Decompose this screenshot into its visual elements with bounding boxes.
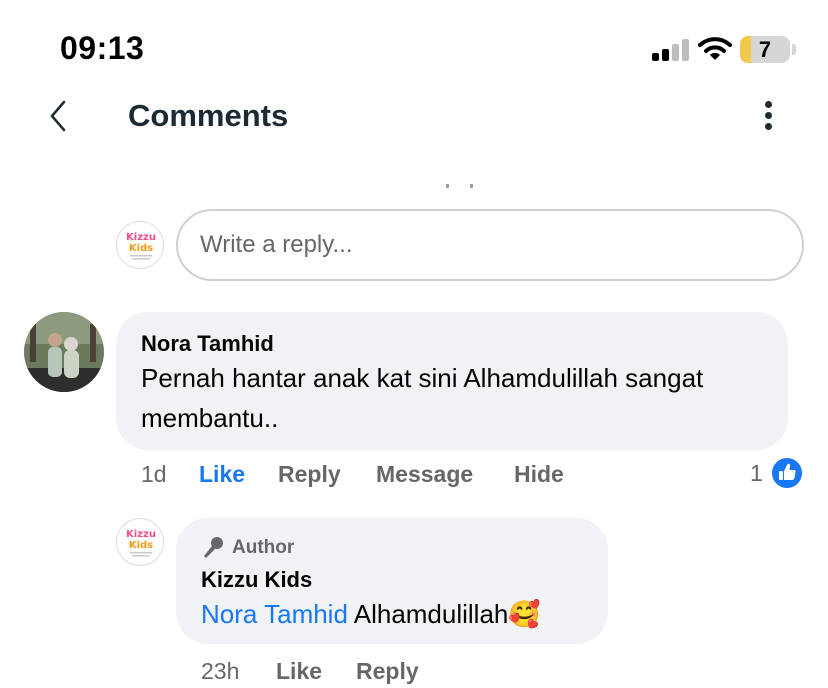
microphone-icon bbox=[204, 537, 223, 558]
profile-photo bbox=[24, 312, 104, 392]
author-badge-label: Author bbox=[232, 537, 295, 558]
reply-timestamp: 23h bbox=[201, 658, 240, 684]
chevron-left-icon bbox=[50, 100, 66, 132]
wifi-icon bbox=[698, 37, 732, 60]
comment-text-line-2: membantu.. bbox=[141, 403, 279, 433]
battery-percentage: 7 bbox=[758, 37, 772, 62]
comment-text-line-1: Pernah hantar anak kat sini Alhamdulilla… bbox=[141, 363, 704, 393]
reply-author-name[interactable]: Kizzu Kids bbox=[201, 567, 312, 593]
comment-hide-button[interactable]: Hide bbox=[514, 461, 564, 488]
svg-text:Kids: Kids bbox=[129, 540, 153, 551]
comment-timestamp: 1d bbox=[141, 461, 167, 487]
scroll-hint bbox=[440, 184, 476, 190]
comment-reply-button[interactable]: Reply bbox=[278, 461, 341, 488]
reply-message: Alhamdulillah bbox=[353, 599, 509, 629]
status-time: 09:13 bbox=[60, 30, 145, 66]
comment-author-name[interactable]: Nora Tamhid bbox=[141, 331, 274, 357]
svg-text:Kizzu: Kizzu bbox=[126, 529, 156, 540]
page-title: Comments bbox=[128, 98, 289, 133]
battery-icon: 7 bbox=[740, 36, 790, 63]
reply-text: Nora Tamhid Alhamdulillah🥰 bbox=[201, 594, 541, 634]
battery-cap bbox=[792, 44, 796, 55]
kizzu-kids-logo: Kizzu Kids bbox=[126, 529, 156, 557]
thumbs-up-icon[interactable] bbox=[770, 456, 804, 490]
avatar-nora-tamhid[interactable] bbox=[24, 312, 104, 392]
reply-like-button[interactable]: Like bbox=[276, 658, 322, 685]
comment-message-button[interactable]: Message bbox=[376, 461, 473, 488]
author-badge: Author bbox=[200, 534, 294, 562]
comment-like-button[interactable]: Like bbox=[199, 461, 245, 488]
smiling-face-with-hearts-emoji: 🥰 bbox=[508, 599, 541, 629]
svg-text:Kizzu: Kizzu bbox=[126, 232, 156, 243]
avatar-kizzu-kids[interactable]: Kizzu Kids bbox=[116, 221, 164, 269]
thumbs-up-glyph bbox=[779, 463, 796, 480]
more-options-button[interactable] bbox=[752, 98, 784, 134]
reply-input[interactable] bbox=[176, 209, 804, 281]
reply-mention-link[interactable]: Nora Tamhid bbox=[201, 599, 348, 629]
cellular-signal-icon bbox=[652, 39, 690, 61]
back-button[interactable] bbox=[40, 96, 76, 136]
reply-reply-button[interactable]: Reply bbox=[356, 658, 419, 685]
reaction-count[interactable]: 1 bbox=[750, 460, 763, 487]
avatar-kizzu-kids-reply[interactable]: Kizzu Kids bbox=[116, 518, 164, 566]
kizzu-kids-logo: Kizzu Kids bbox=[126, 232, 156, 260]
svg-text:Kids: Kids bbox=[129, 243, 153, 254]
